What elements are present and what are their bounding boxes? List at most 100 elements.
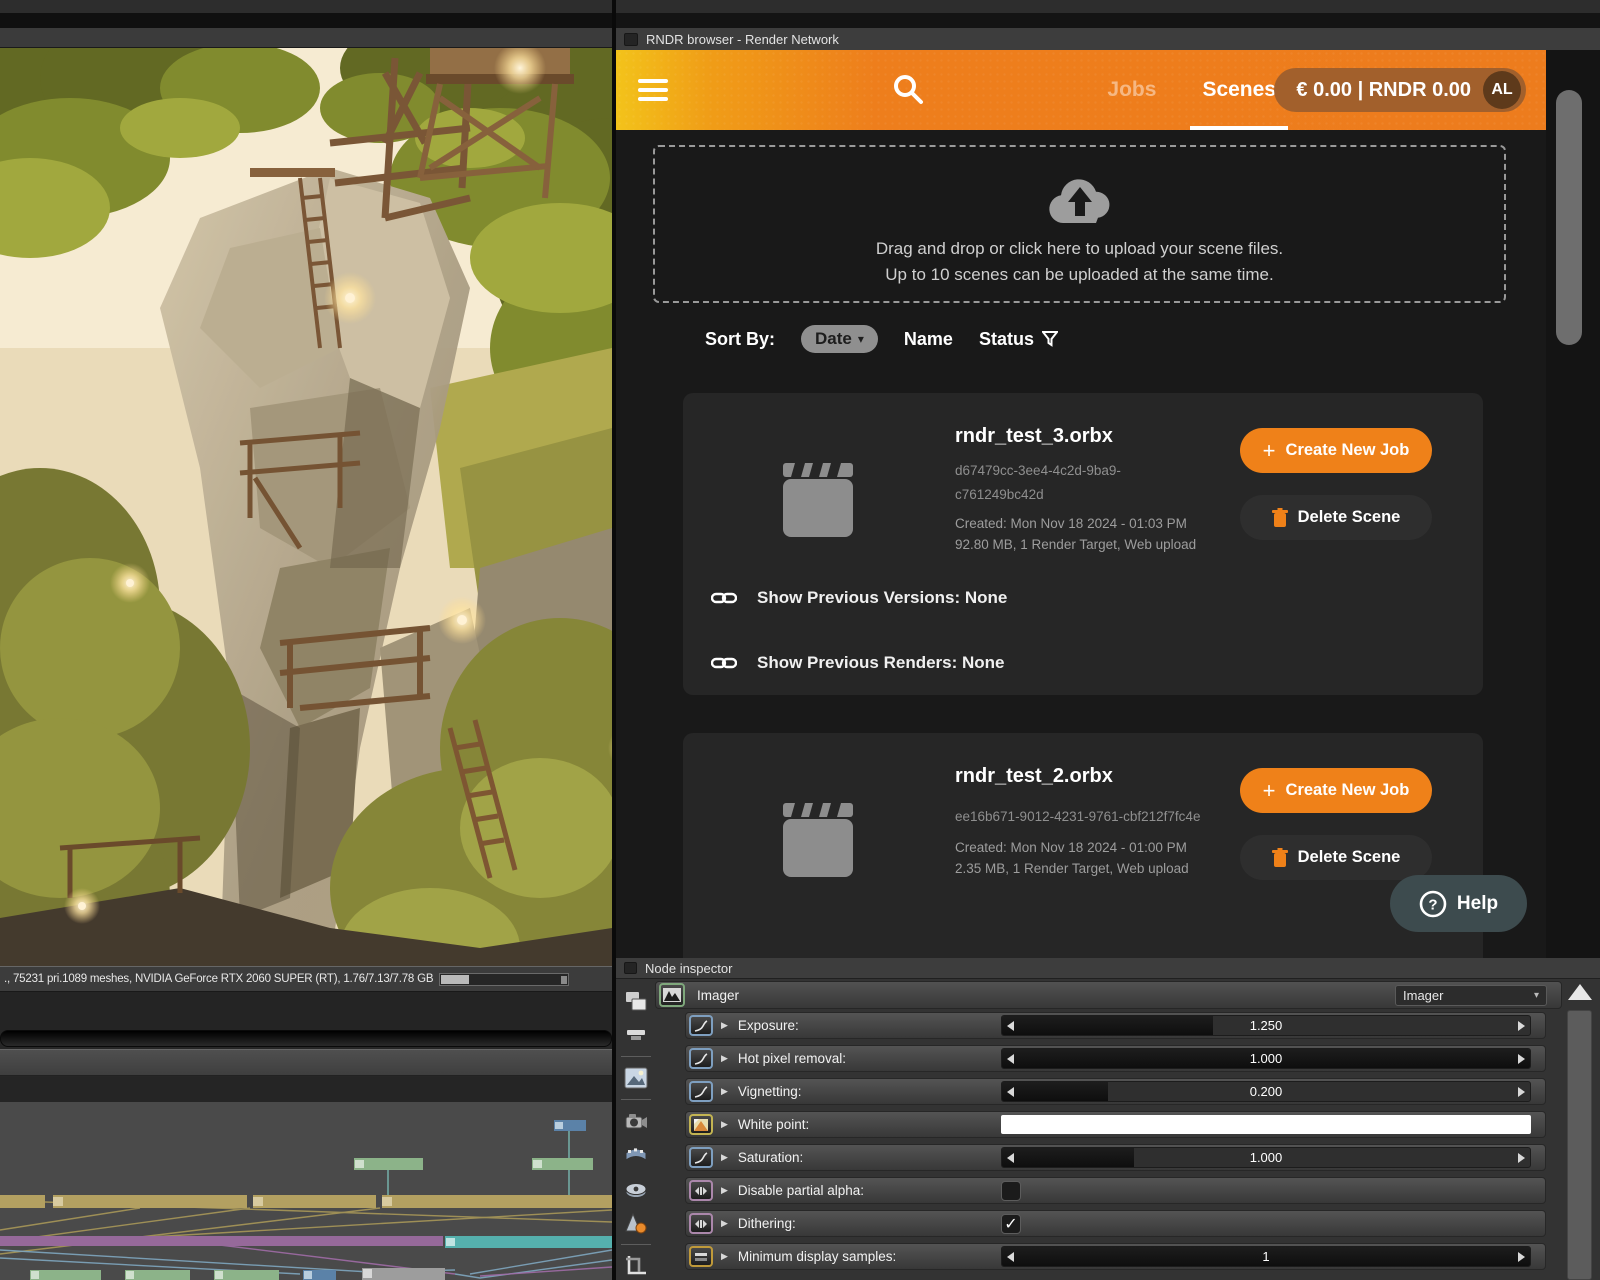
param-row-dithering: ▶ Dithering: ✓ [685,1210,1546,1237]
white-point-color-swatch[interactable] [1001,1115,1531,1134]
delete-scene-label: Delete Scene [1297,508,1401,526]
inspector-tool-column [618,984,654,1280]
link-icon [711,657,737,669]
menu-hamburger-icon[interactable] [638,79,668,101]
dithering-checkbox[interactable]: ✓ [1001,1214,1021,1234]
node-inspector-title: Node inspector [645,960,733,976]
float-curve-icon [689,1081,713,1102]
scene-created: Created: Mon Nov 18 2024 - 01:00 PM [955,840,1187,855]
graph-horizontal-scrollbar[interactable] [0,1030,612,1047]
caret-down-icon: ▾ [857,332,864,346]
inspector-scroll-up-icon[interactable] [1568,984,1592,1000]
show-previous-versions-label: Show Previous Versions: None [757,588,1008,607]
color-gradient-icon [689,1114,713,1135]
hot-pixel-removal-slider[interactable]: 1.000 [1001,1048,1531,1069]
rndr-scrollbar-track[interactable] [1546,50,1600,958]
rndr-app-header: Jobs Scenes € 0.00 | RNDR 0.00 AL [616,50,1546,130]
rndr-window-title: RNDR browser - Render Network [646,31,839,47]
imager-node-icon [659,983,685,1007]
minimum-display-samples-slider[interactable]: 1 [1001,1246,1531,1267]
param-label: White point: [737,1117,810,1132]
show-previous-versions-link[interactable]: Show Previous Versions: None [711,588,1007,608]
vignetting-slider[interactable]: 0.200 [1001,1081,1531,1102]
expand-icon[interactable]: ▶ [721,1020,728,1031]
graph-editor-toolbar [0,1049,612,1076]
param-row-exposure: ▶ Exposure: 1.250 [685,1012,1546,1039]
help-button[interactable]: ? Help [1390,875,1527,932]
show-previous-renders-link[interactable]: Show Previous Renders: None [711,653,1005,673]
param-row-white-point: ▶ White point: [685,1111,1546,1138]
tab-scenes[interactable]: Scenes [1190,50,1288,130]
delete-scene-button[interactable]: Delete Scene [1240,495,1432,540]
hot-pixel-removal-value: 1.000 [1249,1051,1283,1066]
sort-status-text: Status [978,328,1034,349]
param-label: Dithering: [737,1216,796,1231]
rndr-window-titlebar[interactable]: RNDR browser - Render Network [616,28,1600,50]
expand-icon[interactable]: ▶ [721,1251,728,1262]
expand-icon[interactable]: ▶ [721,1119,728,1130]
expand-icon[interactable]: ▶ [721,1185,728,1196]
avatar[interactable]: AL [1483,71,1521,109]
tool-separator [621,1056,651,1057]
collapse-node-icon[interactable] [623,1023,649,1047]
tab-jobs[interactable]: Jobs [1107,50,1156,130]
param-row-minimum-display-samples: ▶ Minimum display samples: 1 [685,1243,1546,1270]
sort-date-text: Date [815,329,852,348]
upload-hint-line1: Drag and drop or click here to upload yo… [875,239,1284,258]
scene-name: rndr_test_2.orbx [955,765,1113,787]
sort-option-name[interactable]: Name [904,329,953,350]
scene-details: 92.80 MB, 1 Render Target, Web upload [955,537,1197,552]
caret-down-icon: ▾ [1533,990,1539,1001]
question-mark-icon: ? [1419,890,1447,917]
expand-icon[interactable]: ▶ [721,1086,728,1097]
scene-thumbnail-clapperboard-icon [765,795,871,892]
rndr-scrollbar-thumb[interactable] [1556,90,1582,345]
scene-upload-dropzone[interactable]: Drag and drop or click here to upload yo… [653,145,1506,303]
copy-node-icon[interactable] [623,989,649,1013]
window-control-icon[interactable] [624,32,638,46]
sort-by-label: Sort By: [705,328,776,349]
disable-partial-alpha-checkbox[interactable] [1001,1181,1021,1201]
texture-disc-icon[interactable] [623,1177,649,1201]
gpu-memory-progress-fill [441,974,470,984]
gpu-memory-progress-bar [439,972,570,986]
expand-icon[interactable]: ▶ [721,1053,728,1064]
geometry-cone-icon[interactable] [623,1211,649,1235]
inspector-scrollbar-thumb[interactable] [1567,1010,1592,1280]
sort-option-date[interactable]: Date ▾ [801,325,878,353]
sort-option-status[interactable]: Status [979,329,1058,350]
image-node-icon[interactable] [623,1066,649,1090]
param-row-disable-partial-alpha: ▶ Disable partial alpha: [685,1177,1546,1204]
tool-separator [621,1244,651,1245]
header-nav-tabs: Jobs Scenes [1107,50,1288,130]
delete-scene-button[interactable]: Delete Scene [1240,835,1432,880]
progress-bar-nub [561,975,568,984]
render-viewport[interactable] [0,48,612,966]
saturation-slider[interactable]: 1.000 [1001,1147,1531,1168]
trash-icon [1271,847,1288,867]
trash-icon [1271,507,1288,527]
panel-gap [0,992,612,1030]
frame-crop-icon[interactable] [623,1254,649,1278]
exposure-slider[interactable]: 1.250 [1001,1015,1531,1036]
octane-main-window: ., 75231 pri.1089 meshes, NVIDIA GeForce… [0,0,612,1280]
window-control-icon[interactable] [624,962,637,974]
help-label: Help [1456,892,1499,914]
search-icon[interactable] [891,72,925,106]
film-strip-icon[interactable] [623,1143,649,1167]
show-previous-renders-label: Show Previous Renders: None [757,653,1005,672]
create-new-job-button[interactable]: + Create New Job [1240,428,1432,473]
account-balance-pill[interactable]: € 0.00 | RNDR 0.00 AL [1274,68,1526,112]
imager-node-header[interactable]: Imager Imager ▾ [655,981,1562,1009]
expand-icon[interactable]: ▶ [721,1152,728,1163]
node-graph-editor[interactable] [0,1102,612,1280]
param-row-saturation: ▶ Saturation: 1.000 [685,1144,1546,1171]
node-inspector-titlebar[interactable]: Node inspector [616,958,1600,979]
create-new-job-button[interactable]: + Create New Job [1240,768,1432,813]
check-icon: ✓ [1004,1216,1018,1233]
scene-card-rndr-test-2: rndr_test_2.orbx ee16b671-9012-4231-9761… [683,733,1483,958]
expand-icon[interactable]: ▶ [721,1218,728,1229]
create-new-job-label: Create New Job [1285,441,1410,459]
camera-icon[interactable] [623,1109,649,1133]
node-type-dropdown[interactable]: Imager ▾ [1395,985,1547,1006]
